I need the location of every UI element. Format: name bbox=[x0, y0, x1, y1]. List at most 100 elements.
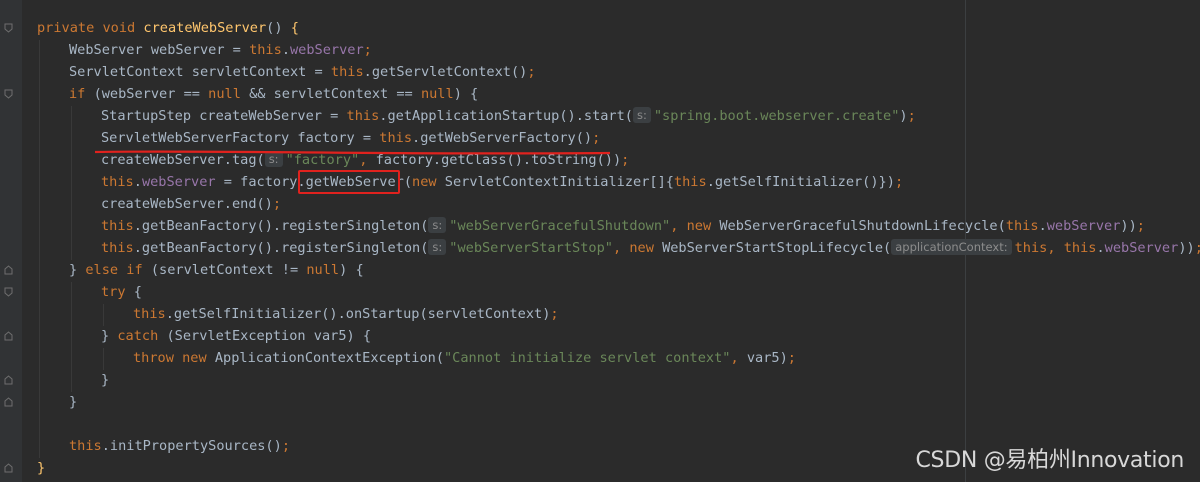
code-token: createWebServer.end() bbox=[101, 196, 273, 212]
fold-icon[interactable] bbox=[4, 265, 13, 275]
code-line[interactable]: this.initPropertySources(); bbox=[69, 435, 290, 457]
code-token: . bbox=[1096, 240, 1105, 256]
code-line[interactable]: try { bbox=[101, 281, 142, 303]
code-token: .getBeanFactory().registerSingleton( bbox=[133, 240, 429, 256]
code-token: this bbox=[249, 42, 282, 58]
code-line[interactable]: WebServer webServer = this.webServer; bbox=[69, 39, 372, 61]
parameter-hint: s: bbox=[428, 217, 447, 233]
code-token: ServletContextInitializer[]{ bbox=[444, 174, 674, 190]
code-token: } bbox=[69, 262, 86, 278]
code-token: ; bbox=[621, 152, 630, 168]
code-token: webServer bbox=[141, 174, 216, 190]
fold-icon[interactable] bbox=[4, 463, 13, 473]
code-token: this bbox=[101, 218, 134, 234]
code-token: WebServer webServer = bbox=[69, 42, 250, 58]
indent-guide bbox=[103, 304, 104, 326]
code-token: this bbox=[330, 64, 364, 80]
code-line[interactable]: this.webServer = factory.getWebServer(ne… bbox=[101, 171, 903, 193]
watermark: CSDN @易柏州Innovation bbox=[915, 448, 1185, 473]
code-token: WebServerStartStopLifecycle( bbox=[662, 240, 892, 256]
code-token: "webServerGracefulShutdown" bbox=[449, 218, 671, 234]
code-token: . bbox=[281, 42, 290, 58]
code-line[interactable]: this.getBeanFactory().registerSingleton(… bbox=[101, 237, 1200, 259]
fold-icon[interactable] bbox=[4, 331, 13, 341]
code-token: { bbox=[133, 284, 142, 300]
code-token: ) bbox=[899, 108, 908, 124]
code-line[interactable]: } else if (servletContext != null) { bbox=[69, 259, 364, 281]
code-token: null bbox=[208, 86, 250, 102]
code-token: "spring.boot.webserver.create" bbox=[653, 108, 900, 124]
code-line[interactable]: if (webServer == null && servletContext … bbox=[69, 83, 478, 105]
code-token: )) bbox=[1120, 218, 1137, 234]
code-token: .getApplicationStartup().start( bbox=[379, 108, 633, 124]
parameter-hint: s: bbox=[633, 107, 651, 123]
code-token: .getSelfInitializer().onStartup(servletC… bbox=[165, 306, 551, 322]
code-token: )) bbox=[1178, 240, 1195, 256]
code-token: this bbox=[673, 174, 707, 190]
code-line[interactable]: private void createWebServer() { bbox=[37, 17, 299, 39]
code-token: WebServerGracefulShutdownLifecycle( bbox=[719, 218, 1006, 234]
code-line[interactable]: throw new ApplicationContextException("C… bbox=[133, 347, 796, 369]
code-token: this bbox=[1014, 240, 1048, 256]
code-line[interactable]: createWebServer.end(); bbox=[101, 193, 281, 215]
code-token: this bbox=[101, 240, 134, 256]
code-token: this bbox=[346, 108, 380, 124]
code-token: ; bbox=[894, 174, 904, 190]
fold-icon[interactable] bbox=[4, 287, 13, 297]
code-token: , new bbox=[612, 240, 663, 256]
code-line[interactable]: this.getSelfInitializer().onStartup(serv… bbox=[133, 303, 559, 325]
code-token: { bbox=[290, 20, 299, 36]
code-token: ) { bbox=[453, 86, 479, 102]
code-token: .initPropertySources() bbox=[101, 438, 282, 454]
code-token: webServer bbox=[290, 42, 364, 58]
code-line[interactable]: this.getBeanFactory().registerSingleton(… bbox=[101, 215, 1145, 237]
code-token: ; bbox=[272, 196, 282, 212]
code-token: ; bbox=[550, 306, 559, 322]
code-token: } bbox=[101, 328, 118, 344]
code-token: , bbox=[730, 350, 747, 366]
code-token: ; bbox=[281, 438, 290, 454]
code-token: this bbox=[1005, 218, 1039, 234]
code-token: this bbox=[133, 306, 166, 322]
code-token: .getBeanFactory().registerSingleton( bbox=[133, 218, 429, 234]
code-token: ; bbox=[1195, 240, 1200, 256]
indent-guide bbox=[103, 348, 104, 370]
red-box-annotation bbox=[298, 170, 400, 194]
code-token: .getServletContext() bbox=[363, 64, 528, 80]
code-token: .getSelfInitializer()}) bbox=[706, 174, 895, 190]
fold-icon[interactable] bbox=[4, 397, 13, 407]
code-line[interactable]: ServletContext servletContext = this.get… bbox=[69, 61, 536, 83]
fold-icon[interactable] bbox=[4, 23, 13, 33]
code-token: ; bbox=[363, 42, 372, 58]
code-token: "Cannot initialize servlet context" bbox=[444, 350, 731, 366]
code-token: && servletContext == bbox=[249, 86, 421, 102]
code-token: createWebServer bbox=[143, 20, 267, 36]
code-token: ) { bbox=[339, 262, 364, 278]
indent-guide bbox=[71, 106, 72, 260]
code-token: private void bbox=[37, 20, 144, 36]
fold-icon[interactable] bbox=[4, 375, 13, 385]
code-token: new bbox=[412, 174, 445, 190]
code-token: if bbox=[69, 86, 94, 102]
code-token: , this bbox=[1047, 240, 1097, 256]
code-token: webServer bbox=[1104, 240, 1179, 256]
code-token: (servletContext != bbox=[150, 262, 307, 278]
code-token: ; bbox=[787, 350, 796, 366]
code-line[interactable]: } catch (ServletException var5) { bbox=[101, 325, 371, 347]
code-line[interactable]: } bbox=[69, 391, 77, 413]
code-token: ; bbox=[527, 64, 536, 80]
code-token: this bbox=[101, 174, 134, 190]
code-token: else if bbox=[85, 262, 151, 278]
fold-icon[interactable] bbox=[4, 89, 13, 99]
code-line[interactable]: } bbox=[37, 457, 45, 479]
code-token: this bbox=[69, 438, 102, 454]
code-line[interactable]: StartupStep createWebServer = this.getAp… bbox=[101, 105, 916, 127]
code-token: try bbox=[101, 284, 134, 300]
code-line[interactable]: } bbox=[101, 369, 109, 391]
code-token: , new bbox=[670, 218, 720, 234]
code-token: catch bbox=[117, 328, 167, 344]
red-underline-annotation bbox=[93, 143, 613, 162]
indent-guide bbox=[71, 282, 72, 392]
code-token: . bbox=[133, 174, 142, 190]
code-token: () bbox=[266, 20, 291, 36]
